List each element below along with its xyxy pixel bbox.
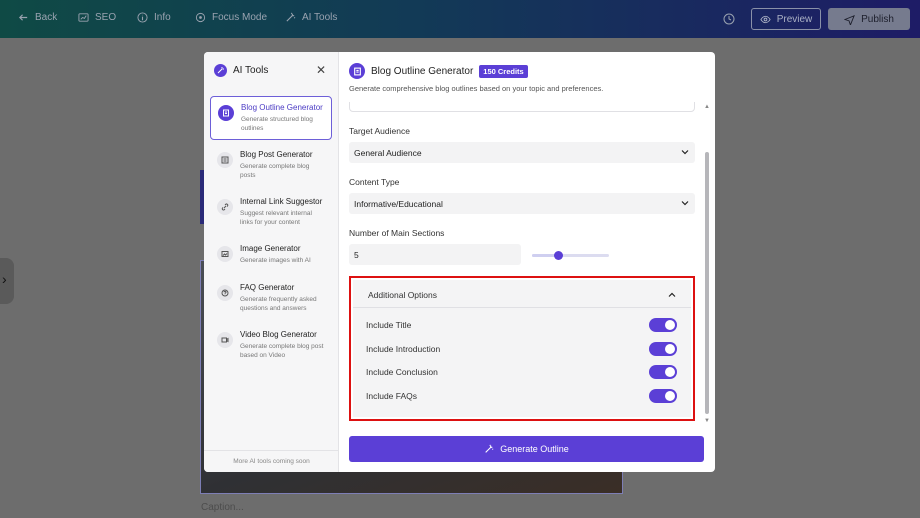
article-icon [217, 152, 233, 168]
sidebar-title: AI Tools [233, 64, 269, 76]
additional-options-header[interactable]: Additional Options [353, 280, 691, 308]
content-type-value: Informative/Educational [354, 198, 443, 209]
tool-desc: Generate images with AI [240, 257, 311, 264]
chevron-down-icon [681, 150, 689, 155]
back-label: Back [35, 12, 58, 23]
slider-thumb[interactable] [554, 251, 564, 260]
include-title-label: Include Title [366, 320, 412, 330]
include-faqs-label: Include FAQs [366, 391, 418, 401]
focus-mode-label: Focus Mode [212, 12, 268, 23]
content-type-label: Content Type [349, 177, 400, 187]
document-icon [218, 105, 234, 121]
panel-header: Blog Outline Generator 150 Credits [349, 63, 528, 79]
back-button[interactable]: Back [18, 12, 57, 23]
tool-desc: Generate structured blog outlines [241, 116, 313, 132]
include-introduction-toggle[interactable] [649, 342, 677, 356]
ai-tools-modal: AI Tools ✕ Blog Outline Generator Genera… [204, 52, 715, 472]
content-type-select[interactable]: Informative/Educational [349, 193, 695, 214]
ai-tools-label: AI Tools [302, 12, 338, 23]
tool-video-blog-generator[interactable]: Video Blog Generator Generate complete b… [210, 324, 332, 366]
form-scroll-area: Target Audience General Audience Content… [339, 102, 715, 422]
scrollbar[interactable]: ▲ ▼ [704, 104, 710, 424]
publish-label: Publish [861, 13, 894, 25]
send-icon [844, 14, 855, 25]
magic-wand-icon [485, 444, 494, 453]
chevron-down-icon [681, 201, 689, 206]
sections-slider[interactable] [532, 251, 609, 260]
generate-outline-button[interactable]: Generate Outline [349, 436, 704, 462]
tool-name: Image Generator [240, 244, 301, 253]
sections-input[interactable]: 5 [349, 244, 521, 265]
video-icon [217, 332, 233, 348]
panel-subtitle: Generate comprehensive blog outlines bas… [349, 84, 604, 93]
tool-name: Video Blog Generator [240, 330, 317, 339]
magic-wand-icon [286, 12, 296, 22]
editor-sidebar-toggle[interactable]: › [0, 258, 14, 304]
tool-desc: Generate complete blog post based on Vid… [240, 343, 324, 359]
question-icon [217, 285, 233, 301]
sections-label: Number of Main Sections [349, 228, 445, 238]
include-introduction-label: Include Introduction [366, 344, 441, 354]
tool-desc: Generate frequently asked questions and … [240, 296, 317, 312]
arrow-left-icon [18, 14, 28, 21]
eye-icon [760, 15, 771, 23]
sidebar-footer: More AI tools coming soon [204, 450, 339, 472]
additional-options-panel: Additional Options Include Title Include… [353, 280, 691, 417]
info-label: Info [154, 12, 171, 23]
scrollbar-thumb[interactable] [705, 152, 709, 414]
tool-name: Blog Outline Generator [241, 103, 323, 112]
include-title-toggle[interactable] [649, 318, 677, 332]
chevron-up-icon [668, 292, 676, 297]
scroll-down-icon[interactable]: ▼ [704, 418, 710, 424]
tool-desc: Generate complete blog posts [240, 163, 310, 179]
seo-button[interactable]: SEO [78, 12, 116, 23]
ai-tools-sidebar: AI Tools ✕ Blog Outline Generator Genera… [204, 52, 339, 472]
target-audience-value: General Audience [354, 147, 422, 158]
target-audience-label: Target Audience [349, 126, 410, 136]
target-audience-select[interactable]: General Audience [349, 142, 695, 163]
sections-value: 5 [354, 249, 359, 260]
tool-faq-generator[interactable]: FAQ Generator Generate frequently asked … [210, 277, 332, 319]
image-plus-icon [217, 246, 233, 262]
tool-blog-outline-generator[interactable]: Blog Outline Generator Generate structur… [210, 96, 332, 140]
include-faqs-toggle[interactable] [649, 389, 677, 403]
tool-panel: Blog Outline Generator 150 Credits Gener… [339, 52, 715, 472]
image-caption-input[interactable]: Caption... [201, 502, 244, 513]
publish-button[interactable]: Publish [828, 8, 910, 30]
include-conclusion-toggle[interactable] [649, 365, 677, 379]
focus-icon [195, 12, 206, 23]
tool-name: Internal Link Suggestor [240, 197, 323, 206]
top-bar: Back SEO Info Focus Mode AI Tools Previe… [0, 0, 920, 38]
tool-image-generator[interactable]: Image Generator Generate images with AI [210, 238, 332, 272]
close-icon[interactable]: ✕ [316, 63, 326, 77]
credits-badge: 150 Credits [479, 64, 528, 78]
tool-blog-post-generator[interactable]: Blog Post Generator Generate complete bl… [210, 144, 332, 186]
info-button[interactable]: Info [137, 12, 171, 23]
include-conclusion-label: Include Conclusion [366, 367, 438, 377]
info-icon [137, 12, 148, 23]
link-icon [217, 199, 233, 215]
preview-label: Preview [776, 13, 813, 25]
preview-button[interactable]: Preview [751, 8, 821, 30]
topic-input[interactable] [349, 102, 695, 112]
generate-outline-label: Generate Outline [500, 444, 569, 454]
ai-tools-button[interactable]: AI Tools [285, 12, 337, 23]
focus-mode-button[interactable]: Focus Mode [195, 12, 267, 23]
tool-internal-link-suggestor[interactable]: Internal Link Suggestor Suggest relevant… [210, 191, 332, 233]
scroll-up-icon[interactable]: ▲ [704, 104, 710, 110]
tool-desc: Suggest relevant internal links for your… [240, 210, 312, 226]
panel-title: Blog Outline Generator [371, 65, 474, 77]
additional-options-highlight: Additional Options Include Title Include… [349, 276, 695, 421]
tool-name: Blog Post Generator [240, 150, 313, 159]
document-icon [349, 63, 365, 79]
tool-name: FAQ Generator [240, 283, 295, 292]
history-icon[interactable] [722, 12, 736, 26]
seo-icon [78, 13, 89, 22]
additional-options-label: Additional Options [368, 290, 437, 300]
ai-logo-icon [214, 63, 227, 77]
chevron-right-icon: › [2, 271, 7, 287]
seo-label: SEO [95, 12, 117, 23]
